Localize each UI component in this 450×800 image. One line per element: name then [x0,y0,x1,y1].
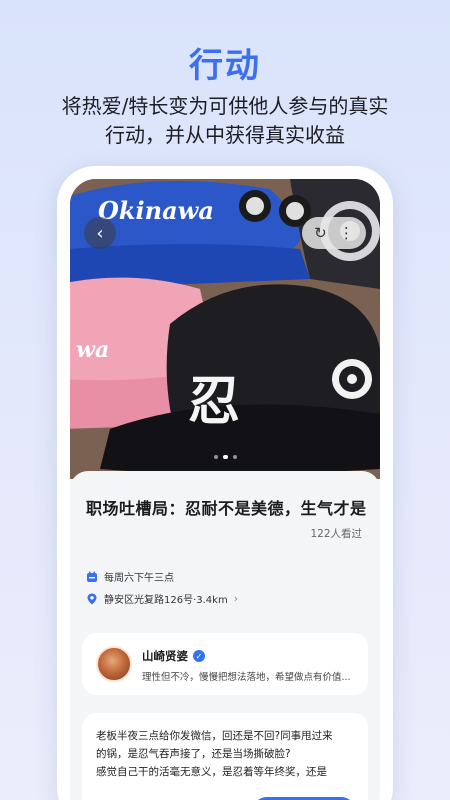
hero-text-okinawa: Okinawa [98,196,214,225]
hero-action-pill: ↻ ⋮ [302,217,366,249]
verified-check-icon: ✓ [193,650,205,662]
description-card: 老板半夜三点给你发微信，回还是不回?同事甩过来 的锅，是忍气吞声接了，还是当场撕… [82,713,368,800]
author-card[interactable]: 山崎贤婆 ✓ 理性但不冷，慢慢把想法落地，希望做点有价值... [82,633,368,695]
event-time: 每周六下午三点 [104,573,174,584]
event-time-row: 每周六下午三点 [86,569,174,584]
subhead: 将热爱/特长变为可供他人参与的真实 行动，并从中获得真实收益 [30,92,420,150]
subhead-line-2: 行动，并从中获得真实收益 [105,123,345,147]
back-button[interactable]: ‹ [84,217,116,249]
location-pin-icon [87,593,97,604]
author-bio: 理性但不冷，慢慢把想法落地，希望做点有价值... [142,672,351,683]
hero-image[interactable]: Okinawa wa 忍 ‹ ↻ ⋮ [70,179,380,479]
description-line: 的锅，是忍气吞声接了，还是当场撕破脸? [96,748,291,760]
hero-text-ren: 忍 [188,371,240,432]
view-count: 122人看过 [310,528,362,540]
svg-text:wa: wa [76,337,109,363]
author-name-row: 山崎贤婆 ✓ [142,648,205,664]
carousel-dot[interactable] [232,455,237,459]
carousel-dots [70,455,380,459]
phone-frame: Okinawa wa 忍 ‹ ↻ ⋮ 职场吐槽局：忍耐不是美德，生气才是 122… [57,166,393,800]
subhead-line-1: 将热爱/特长变为可供他人参与的真实 [61,94,389,118]
more-vertical-icon[interactable]: ⋮ [339,224,354,242]
chevron-right-icon: › [233,592,239,605]
share-icon[interactable]: ↻ [314,224,327,242]
description-line: 老板半夜三点给你发微信，回还是不回?同事甩过来 [96,730,333,742]
author-name: 山崎贤婆 [142,649,188,663]
avatar[interactable] [96,646,132,682]
carousel-dot[interactable] [213,455,218,459]
calendar-icon [87,571,97,582]
event-title: 职场吐槽局：忍耐不是美德，生气才是 [86,499,367,518]
headline: 行动 [189,46,261,86]
event-location-row[interactable]: 静安区光复路126号·3.4km › [86,591,238,606]
phone-screen: Okinawa wa 忍 ‹ ↻ ⋮ 职场吐槽局：忍耐不是美德，生气才是 122… [70,179,380,800]
chevron-left-icon: ‹ [96,222,104,244]
description-line: 感觉自己干的活毫无意义，是忍着等年终奖，还是 [96,766,327,778]
event-location: 静安区光复路126号·3.4km [104,595,228,606]
carousel-dot-active[interactable] [222,455,228,459]
event-content: 职场吐槽局：忍耐不是美德，生气才是 122人看过 每周六下午三点 静安区光复路1… [70,471,380,800]
